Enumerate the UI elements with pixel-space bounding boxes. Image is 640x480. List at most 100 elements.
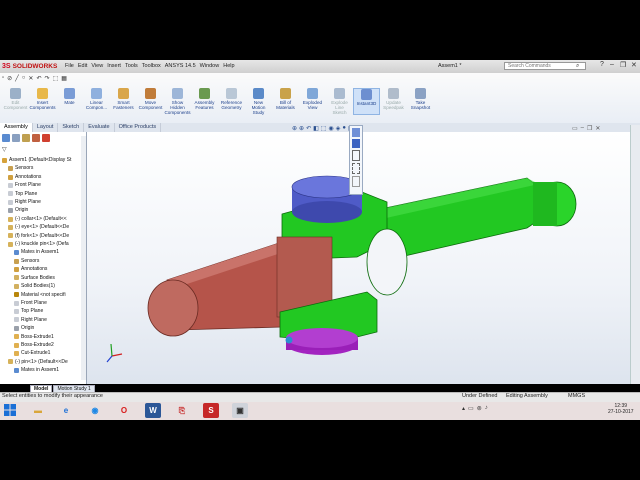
close-icon[interactable]: ✕ bbox=[631, 61, 637, 69]
filter-icon[interactable]: ▽ bbox=[2, 146, 7, 153]
menu-edit[interactable]: Edit bbox=[78, 63, 87, 69]
tree-item[interactable]: Surface Bodies bbox=[2, 274, 84, 282]
solidworks-logo[interactable]: 3S SOLIDWORKS bbox=[2, 62, 57, 71]
display-manager-tab-icon[interactable] bbox=[42, 134, 50, 142]
line-icon[interactable]: ╱ bbox=[15, 75, 19, 82]
reference-geometry-button[interactable]: Reference Geometry bbox=[218, 88, 245, 115]
tree-item[interactable]: Annotations bbox=[2, 173, 84, 181]
edit-component-button[interactable]: Edit Component bbox=[2, 88, 29, 115]
move-component-button[interactable]: Move Component bbox=[137, 88, 164, 115]
configuration-tab-icon[interactable] bbox=[22, 134, 30, 142]
view-orientation-icon[interactable]: ⬚ bbox=[321, 125, 327, 132]
tab-sketch[interactable]: Sketch bbox=[58, 123, 85, 132]
eye-rod-end-face[interactable] bbox=[147, 279, 199, 337]
bill-of-materials-button[interactable]: Bill of Materials bbox=[272, 88, 299, 115]
search-icon[interactable]: ⌕ bbox=[576, 63, 579, 70]
close-doc-icon[interactable]: ✕ bbox=[595, 125, 600, 132]
speedpak-button[interactable]: Update Speedpak bbox=[380, 88, 407, 115]
feature-tree-tab-icon[interactable] bbox=[2, 134, 10, 142]
menu-window[interactable]: Window bbox=[200, 63, 220, 69]
menu-file[interactable]: File bbox=[65, 63, 74, 69]
tree-item[interactable]: Top Plane bbox=[2, 190, 84, 198]
restore-doc-icon[interactable]: ❐ bbox=[587, 125, 592, 132]
circle-icon[interactable]: ○ bbox=[22, 75, 26, 82]
volume-icon[interactable]: ♪ bbox=[485, 405, 488, 412]
tree-item[interactable]: Sensors bbox=[2, 257, 84, 265]
new-doc-icon[interactable]: ▫ bbox=[2, 75, 4, 82]
mate-button[interactable]: Mate bbox=[56, 88, 83, 115]
tree-item[interactable]: Sensors bbox=[2, 164, 84, 172]
tree-item[interactable]: Mates in Assem1 bbox=[2, 248, 84, 256]
restore-icon[interactable]: ❐ bbox=[620, 61, 626, 69]
tree-item[interactable]: (-) knuckle pin<1> (Defa bbox=[2, 240, 84, 248]
options-icon[interactable]: ⊘ bbox=[7, 75, 12, 82]
tab-office-products[interactable]: Office Products bbox=[115, 123, 162, 132]
grid-icon[interactable]: ▦ bbox=[61, 75, 67, 82]
tree-item[interactable]: Mates in Assem1 bbox=[2, 366, 84, 374]
menu-toolbox[interactable]: Toolbox bbox=[142, 63, 161, 69]
rebuild-icon[interactable]: ✕ bbox=[28, 75, 33, 82]
wireframe-icon[interactable] bbox=[352, 176, 360, 187]
tree-item[interactable]: Annotations bbox=[2, 265, 84, 273]
help-icon[interactable]: ? bbox=[600, 61, 604, 68]
edit-appearance-icon[interactable]: ● bbox=[342, 125, 346, 132]
tree-item[interactable]: Right Plane bbox=[2, 316, 84, 324]
hidden-lines-removed-icon[interactable] bbox=[352, 150, 360, 161]
undo-icon[interactable]: ↶ bbox=[36, 75, 41, 82]
battery-icon[interactable]: ▭ bbox=[468, 405, 474, 412]
motion-study-button[interactable]: New Motion Study bbox=[245, 88, 272, 115]
internet-explorer-icon[interactable]: e bbox=[58, 403, 74, 418]
minimize-icon[interactable]: – bbox=[610, 61, 614, 68]
tree-item[interactable]: Origin bbox=[2, 206, 84, 214]
zoom-to-fit-icon[interactable]: ⊕ bbox=[292, 125, 297, 132]
zoom-to-area-icon[interactable]: ⊕ bbox=[299, 125, 304, 132]
tree-scrollbar[interactable] bbox=[81, 136, 86, 380]
shaded-icon[interactable] bbox=[352, 139, 360, 148]
exploded-view-button[interactable]: Exploded View bbox=[299, 88, 326, 115]
media-player-icon[interactable]: ▣ bbox=[232, 403, 248, 418]
menu-help[interactable]: Help bbox=[223, 63, 234, 69]
tree-item[interactable]: (-) collar<1> (Default<< bbox=[2, 215, 84, 223]
pdf-reader-icon[interactable]: ⎘ bbox=[174, 403, 190, 418]
dimxpert-tab-icon[interactable] bbox=[32, 134, 40, 142]
windows-start-icon[interactable] bbox=[4, 404, 16, 416]
tile-icon[interactable]: ▭ bbox=[572, 125, 578, 132]
network-icon[interactable]: ⊚ bbox=[477, 405, 482, 412]
snapshot-button[interactable]: Take Snapshot bbox=[407, 88, 434, 115]
tab-assembly[interactable]: Assembly bbox=[0, 123, 33, 132]
menu-ansys-14-5[interactable]: ANSYS 14.5 bbox=[165, 63, 196, 69]
insert-components-button[interactable]: Insert Components bbox=[29, 88, 56, 115]
tree-item[interactable]: Solid Bodies(1) bbox=[2, 282, 84, 290]
tree-item[interactable]: Right Plane bbox=[2, 198, 84, 206]
minimize-doc-icon[interactable]: – bbox=[581, 125, 584, 132]
tab-layout[interactable]: Layout bbox=[33, 123, 59, 132]
redo-icon[interactable]: ↷ bbox=[44, 75, 49, 82]
tree-item[interactable]: (-) eye<1> (Default<<De bbox=[2, 223, 84, 231]
previous-view-icon[interactable]: ↶ bbox=[306, 125, 311, 132]
tree-item[interactable]: Assem1 (Default<Display St bbox=[2, 156, 84, 164]
tree-item[interactable]: (f) fork<1> (Default<<De bbox=[2, 232, 84, 240]
select-icon[interactable]: ⬚ bbox=[53, 75, 59, 82]
tree-item[interactable]: Top Plane bbox=[2, 307, 84, 315]
menu-tools[interactable]: Tools bbox=[125, 63, 138, 69]
hidden-lines-visible-icon[interactable] bbox=[352, 163, 360, 174]
search-commands-input[interactable]: Search Commands bbox=[504, 62, 586, 70]
chrome-icon[interactable]: ◉ bbox=[87, 403, 103, 418]
opera-icon[interactable]: O bbox=[116, 403, 132, 418]
section-view-icon[interactable]: ◧ bbox=[313, 125, 319, 132]
tree-item[interactable]: Boss-Extrude1 bbox=[2, 333, 84, 341]
task-pane[interactable] bbox=[630, 125, 640, 384]
tree-item[interactable]: Origin bbox=[2, 324, 84, 332]
show-hidden-button[interactable]: Show Hidden Components bbox=[164, 88, 191, 115]
tree-item[interactable]: (-) pin<1> (Default<<De bbox=[2, 358, 84, 366]
explode-line-button[interactable]: Explode Line Sketch bbox=[326, 88, 353, 115]
instant3d-button[interactable]: Instant3D bbox=[353, 88, 380, 115]
file-explorer-icon[interactable]: ▬ bbox=[30, 403, 46, 418]
solidworks-taskbar-icon[interactable]: S bbox=[203, 403, 219, 418]
hide-show-items-icon[interactable]: ◈ bbox=[336, 125, 341, 132]
taskbar-clock[interactable]: 12:39 27-10-2017 bbox=[608, 403, 634, 415]
word-icon[interactable]: W bbox=[145, 403, 161, 418]
display-style-icon[interactable]: ◉ bbox=[328, 125, 333, 132]
tree-item[interactable]: Cut-Extrude1 bbox=[2, 349, 84, 357]
menu-insert[interactable]: Insert bbox=[107, 63, 121, 69]
